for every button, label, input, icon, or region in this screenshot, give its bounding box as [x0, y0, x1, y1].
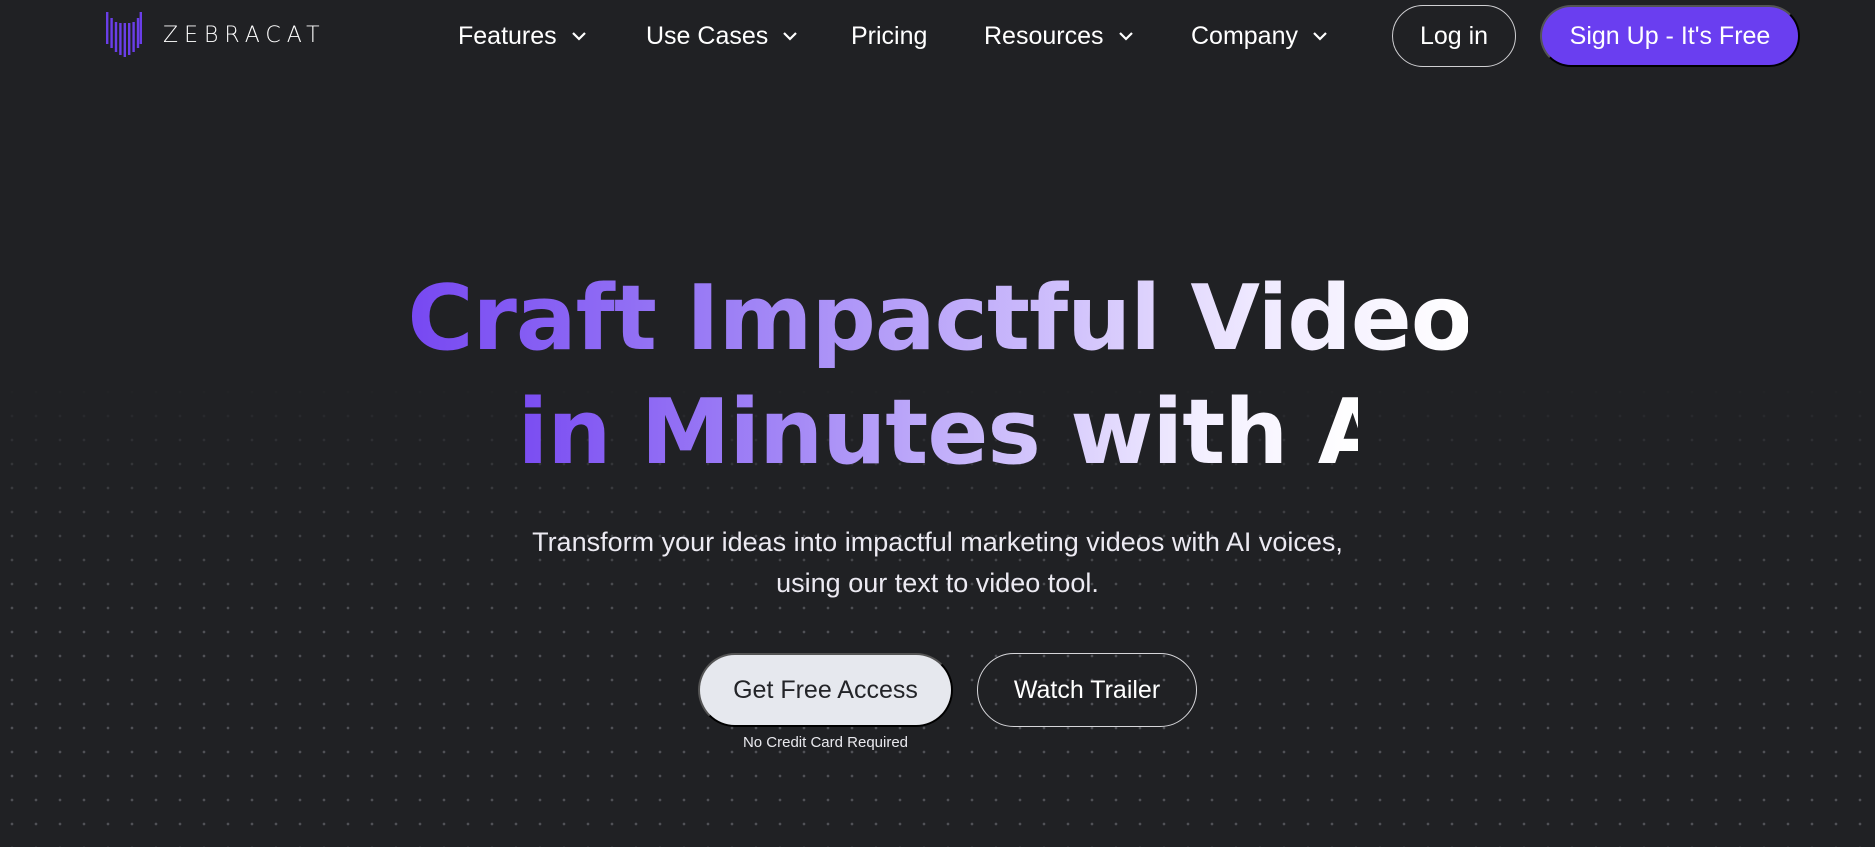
nav-item-label: Resources — [984, 21, 1104, 50]
nav-item-pricing[interactable]: Pricing — [851, 18, 927, 54]
subheading-line-2: using our text to video tool. — [776, 568, 1099, 598]
nav-item-label: Company — [1191, 21, 1298, 50]
site-header: ZEBRACAT Features Use Cases Pricing Reso… — [0, 0, 1875, 72]
nav-item-label: Features — [458, 21, 557, 50]
chevron-down-icon — [1118, 32, 1133, 41]
subheading-line-1: Transform your ideas into impactful mark… — [532, 527, 1343, 557]
logo-link[interactable]: ZEBRACAT — [105, 12, 326, 58]
nav-item-use-cases[interactable]: Use Cases — [646, 18, 798, 54]
nav-item-resources[interactable]: Resources — [984, 18, 1134, 54]
get-free-access-button[interactable]: Get Free Access — [698, 653, 953, 727]
nav-item-label: Use Cases — [646, 21, 769, 50]
login-button[interactable]: Log in — [1392, 5, 1516, 67]
zebracat-logo-icon — [106, 12, 142, 57]
headline-line-2: in Minutes with AI — [518, 376, 1420, 490]
nav-item-company[interactable]: Company — [1191, 18, 1328, 54]
nav-item-features[interactable]: Features — [458, 18, 587, 54]
chevron-down-icon — [571, 32, 586, 41]
landing-page: ZEBRACAT Features Use Cases Pricing Reso… — [0, 0, 1875, 847]
brand-name: ZEBRACAT — [163, 22, 326, 48]
nav-item-label: Pricing — [851, 21, 928, 50]
no-credit-card-note: No Credit Card Required — [742, 734, 909, 751]
chevron-down-icon — [783, 32, 798, 41]
hero-subheading: Transform your ideas into impactful mark… — [0, 522, 1875, 604]
headline-line-1: Craft Impactful Videos — [408, 262, 1526, 376]
watch-trailer-button[interactable]: Watch Trailer — [977, 653, 1197, 727]
chevron-down-icon — [1313, 32, 1327, 41]
hero-headline: Craft Impactful Videos in Minutes with A… — [0, 262, 1875, 490]
signup-button[interactable]: Sign Up - It's Free — [1540, 5, 1800, 67]
